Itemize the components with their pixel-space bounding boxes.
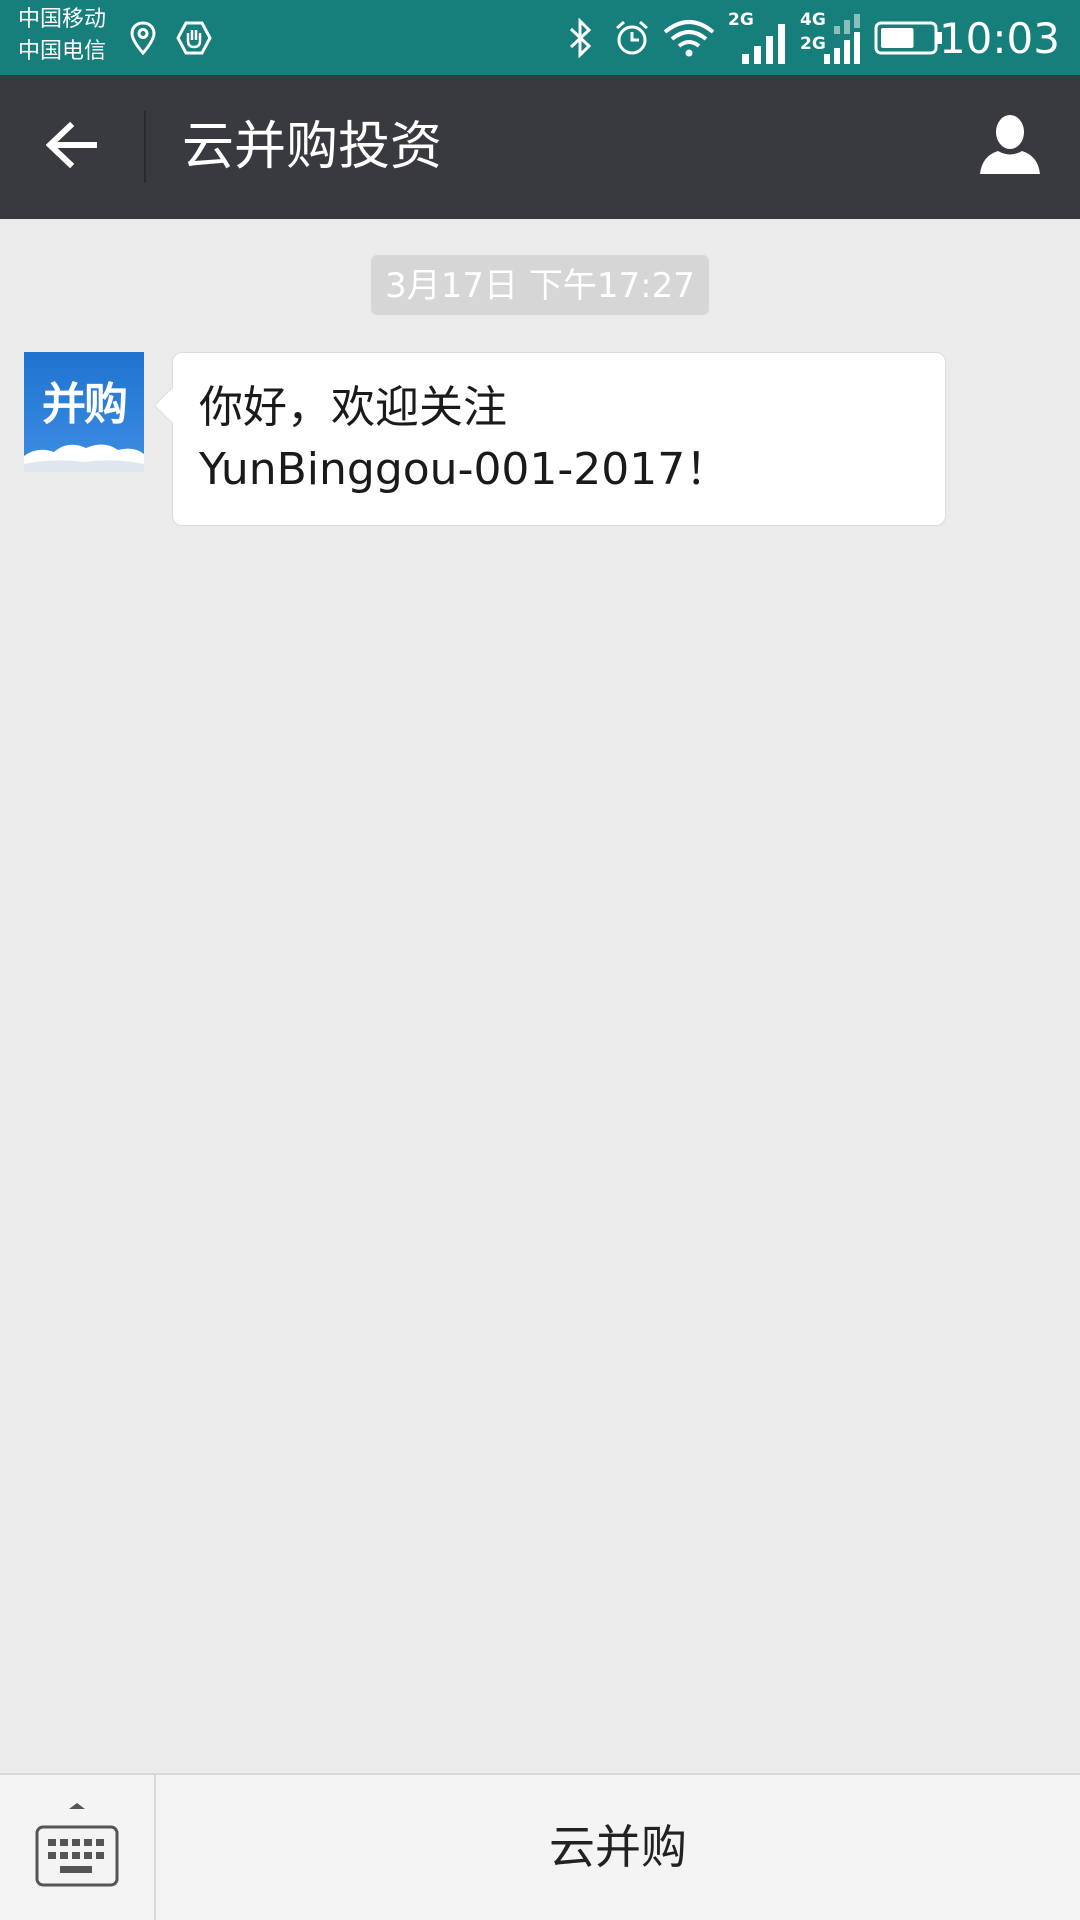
battery-icon [874, 0, 944, 75]
bubble-tail [153, 387, 190, 424]
carrier-1-label: 中国移动 [18, 7, 107, 32]
signal-icon [740, 0, 788, 75]
arrow-left-icon [45, 121, 98, 172]
location-icon [128, 0, 158, 75]
carrier-info: 中国移动 中国电信 [18, 4, 106, 68]
message-timestamp: 3月17日 下午17:27 [371, 255, 709, 315]
keyboard-toggle-button[interactable] [0, 1775, 154, 1920]
message-list[interactable]: 3月17日 下午17:27 并购 你好，欢迎关注 YunBinggou-001-… [0, 219, 1080, 1773]
message-bubble[interactable]: 你好，欢迎关注 YunBinggou-001-2017！ [153, 352, 946, 526]
menu-item[interactable]: 云并购 [156, 1775, 1080, 1920]
message-text: 你好，欢迎关注 YunBinggou-001-2017！ [199, 377, 729, 501]
battery-level-fill [881, 27, 914, 48]
header-bar: 云并购投资 [0, 75, 1080, 219]
avatar-label: 并购 [42, 379, 128, 430]
alarm-icon [612, 0, 652, 75]
keyboard-icon [34, 1803, 120, 1897]
hand-icon [176, 0, 212, 75]
page-title: 云并购投资 [182, 117, 443, 177]
cloud-icon [24, 444, 144, 472]
back-button[interactable] [30, 111, 114, 183]
bluetooth-icon [566, 0, 596, 75]
chat-screen: 中国移动 中国电信 2G 4G 2G 10:03 云并购投资 3月17日 下午1… [0, 0, 1080, 1920]
message-line-2: YunBinggou-001-2017！ [199, 444, 730, 495]
clock: 10:03 [938, 14, 1060, 63]
person-icon [978, 114, 1042, 180]
signal-icon-2 [822, 0, 870, 75]
carrier-2-label: 中国电信 [18, 39, 107, 64]
avatar[interactable]: 并购 [24, 352, 144, 472]
bottom-menu-bar: 云并购 [0, 1773, 1080, 1920]
status-bar: 中国移动 中国电信 2G 4G 2G 10:03 [0, 0, 1080, 75]
wifi-icon [662, 0, 716, 75]
profile-button[interactable] [970, 111, 1050, 183]
header-divider [144, 111, 146, 183]
message-line-1: 你好，欢迎关注 [199, 382, 507, 433]
